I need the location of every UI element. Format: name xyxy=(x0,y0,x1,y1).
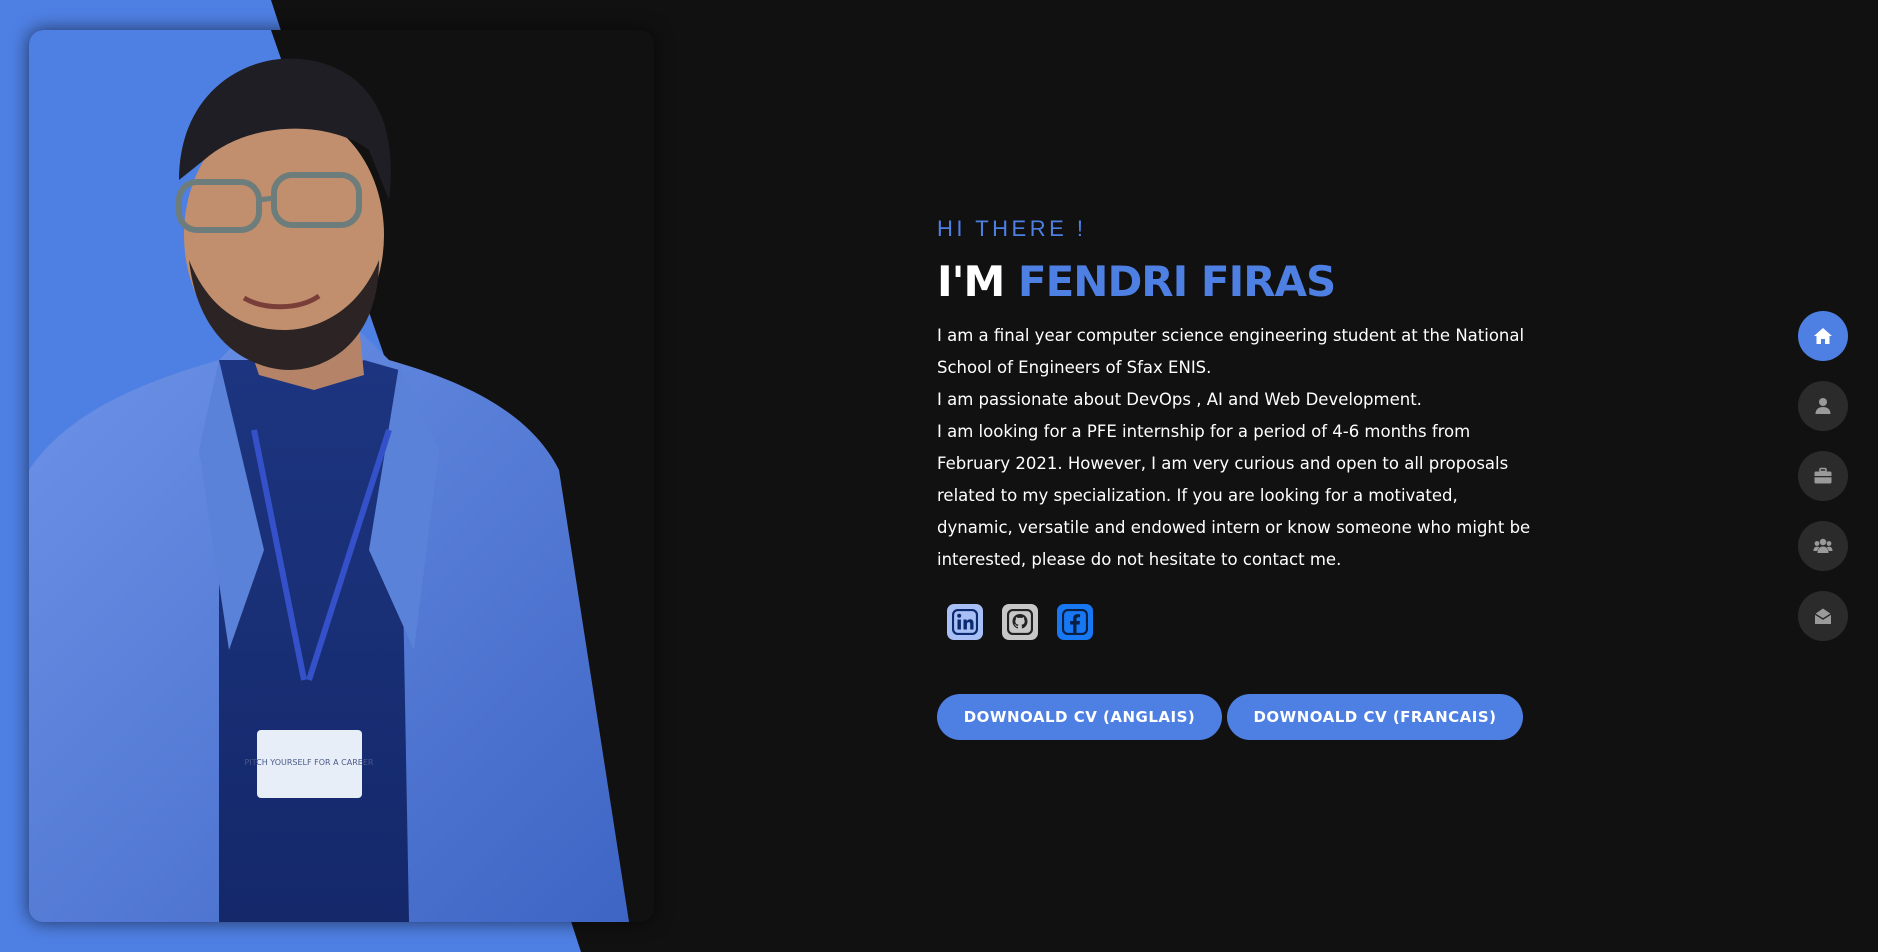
nav-contact-button[interactable] xyxy=(1798,591,1848,641)
users-icon xyxy=(1813,538,1833,553)
linkedin-icon xyxy=(952,609,978,635)
user-icon xyxy=(1815,398,1831,414)
cv-buttons: DOWNOALD CV (ANGLAIS) DOWNOALD CV (FRANC… xyxy=(937,694,1537,740)
side-navigation xyxy=(1798,311,1848,641)
greeting-text: HI THERE ! xyxy=(937,216,1087,241)
bio-paragraph-2: I am passionate about DevOps , AI and We… xyxy=(937,390,1422,409)
github-icon xyxy=(1007,609,1033,635)
badge-text: PITCH YOURSELF FOR A CAREER xyxy=(245,758,374,767)
bio-paragraph-1: I am a final year computer science engin… xyxy=(937,326,1525,377)
briefcase-icon xyxy=(1814,467,1832,484)
headline-prefix: I'M xyxy=(937,257,1018,306)
nav-portfolio-button[interactable] xyxy=(1798,451,1848,501)
home-icon xyxy=(1814,328,1832,344)
hero-section: HI THERE ! I'M FENDRI FIRAS I am a final… xyxy=(937,212,1537,740)
envelope-open-icon xyxy=(1814,608,1832,624)
social-links xyxy=(947,604,1537,642)
nav-about-button[interactable] xyxy=(1798,381,1848,431)
linkedin-link[interactable] xyxy=(947,604,983,640)
download-cv-french-button[interactable]: DOWNOALD CV (FRANCAIS) xyxy=(1227,694,1523,740)
bio-paragraph-3: I am looking for a PFE internship for a … xyxy=(937,422,1531,569)
github-link[interactable] xyxy=(1002,604,1038,640)
page-title: I'M FENDRI FIRAS xyxy=(937,254,1537,310)
nav-team-button[interactable] xyxy=(1798,521,1848,571)
nav-home-button[interactable] xyxy=(1798,311,1848,361)
download-cv-english-button[interactable]: DOWNOALD CV (ANGLAIS) xyxy=(937,694,1222,740)
bio-text: I am a final year computer science engin… xyxy=(937,320,1537,576)
headline-name: FENDRI FIRAS xyxy=(1017,257,1336,306)
profile-photo: PITCH YOURSELF FOR A CAREER xyxy=(29,30,654,922)
facebook-icon xyxy=(1062,609,1088,635)
facebook-link[interactable] xyxy=(1057,604,1093,640)
